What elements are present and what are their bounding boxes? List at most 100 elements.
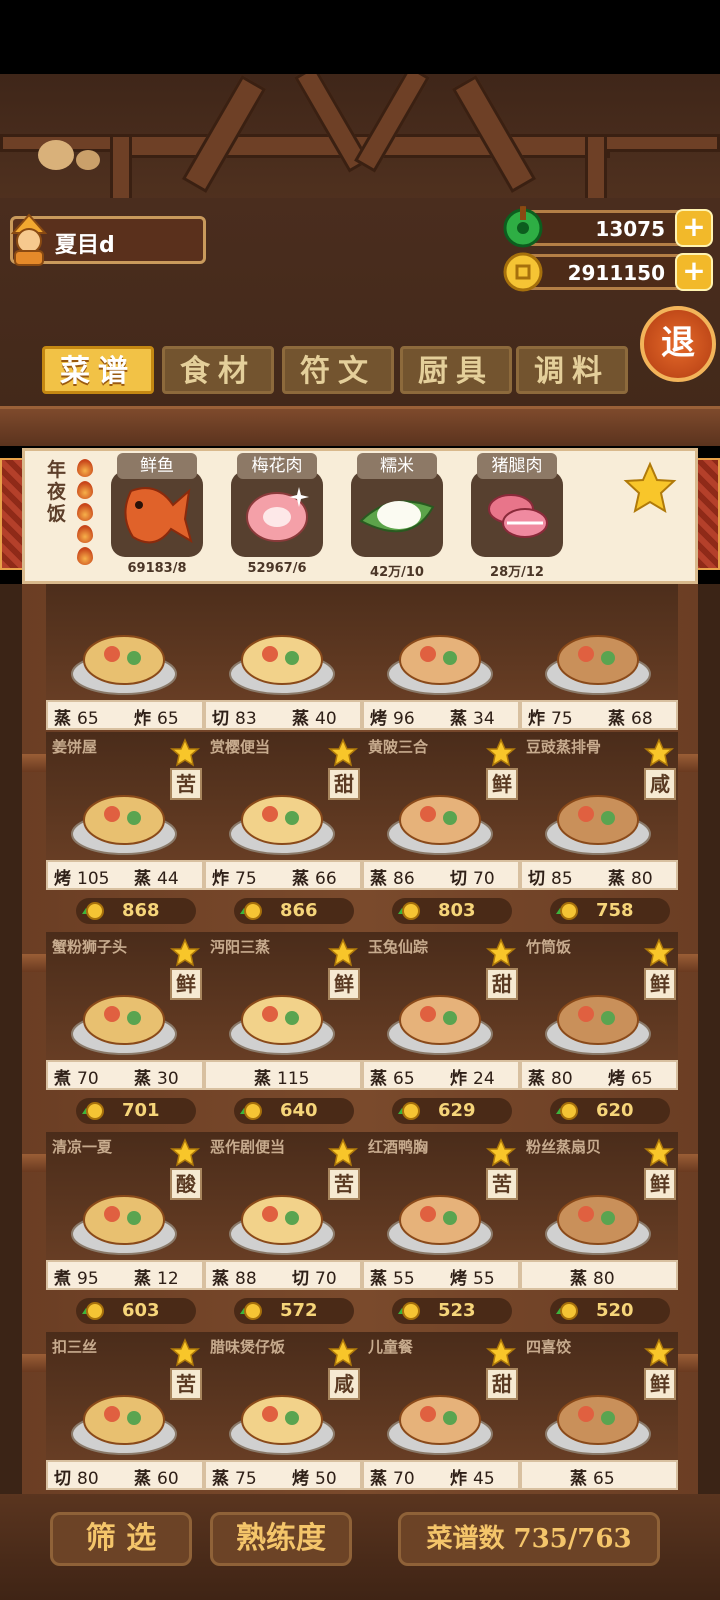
flavor-badge: 甜 [486,968,518,1000]
ingredient-count: 42万/10 [370,565,424,580]
ingredient-name: 鲜鱼 [117,453,197,479]
recipe-card[interactable]: 腊味煲仔饭咸蒸 75 烤 50 [204,1332,362,1494]
skill: 蒸 115 [254,1064,309,1089]
recipe-card[interactable]: 恶作剧便当苦蒸 88 切 70 572 [204,1132,362,1324]
dish-icon [71,635,177,695]
star-icon [486,1138,516,1167]
skill-level: 80 [631,869,653,889]
skill-name: 烤 [608,1069,625,1089]
flame-icon [77,503,93,521]
recipe-count-button[interactable]: 菜谱数 735/763 [398,1512,660,1566]
coin-up-icon [82,1102,104,1120]
skill-level: 80 [593,1269,615,1289]
recipe-card[interactable]: 红酒鸭胸苦蒸 55 烤 55 523 [362,1132,520,1324]
skill-level: 55 [473,1269,495,1289]
recipe-card[interactable]: 豆豉蒸排骨咸切 85 蒸 80 758 [520,732,678,924]
recipe-card[interactable]: 儿童餐甜蒸 70 炸 45 [362,1332,520,1494]
skill-level: 12 [157,1269,179,1289]
ingredient-count: 69183/8 [127,561,187,576]
skill: 蒸 80 [570,1264,615,1289]
skill-name: 蒸 [292,869,309,889]
tab-utensils[interactable]: 厨具 [400,346,512,394]
star-icon [486,938,516,967]
recipe-card[interactable]: 竹筒饭鲜蒸 80 烤 65 620 [520,932,678,1124]
tab-seasonings[interactable]: 调料 [516,346,628,394]
ingredient-ham[interactable]: 猪腿肉 28万/12 [467,451,567,581]
player-name: 夏目d [55,233,115,258]
price-value: 866 [280,900,318,921]
player-name-box[interactable]: 夏目d [10,213,206,266]
shelf-divider [0,406,720,446]
star-icon [170,738,200,767]
recipe-name: 四喜饺 [526,1338,572,1356]
price-value: 572 [280,1300,318,1321]
recipe-card[interactable]: 四喜饺鲜蒸 65 [520,1332,678,1494]
skill: 蒸 55 [370,1264,415,1289]
star-icon[interactable] [623,461,677,515]
ingredient-rice[interactable]: 糯米 42万/10 [347,451,447,581]
skill: 蒸 12 [134,1264,179,1289]
skill-name: 炸 [450,1069,467,1089]
price-tag: 620 [550,1098,670,1124]
dish-icon [387,635,493,695]
skill: 炸 65 [134,704,179,729]
recipe-card[interactable]: 扣三丝苦切 80 蒸 60 [46,1332,204,1494]
skill: 蒸 65 [54,704,99,729]
ingredient-fish[interactable]: 鲜鱼 69183/8 [107,451,207,581]
skill-name: 蒸 [370,1469,387,1489]
add-jade-button[interactable]: + [675,209,713,247]
flavor-badge: 酸 [170,1168,202,1200]
star-icon [644,1138,674,1167]
skill-bar: 蒸 65 炸 65 [46,700,204,730]
filter-button[interactable]: 筛 选 [50,1512,192,1566]
dish-icon [229,1195,335,1255]
recipe-grid: 蒸65炸651005切83蒸40932烤96蒸34889炸75蒸68868姜饼屋… [0,584,720,1494]
ingredient-pork[interactable]: 梅花肉 52967/6 [227,451,327,581]
skill-bar: 煮 70 蒸 30 [46,1060,204,1090]
tab-recipes[interactable]: 菜谱 [42,346,154,394]
recipe-card[interactable]: 清凉一夏酸煮 95 蒸 12 603 [46,1132,204,1324]
status-bar [0,0,720,74]
price-tag: 603 [76,1298,196,1324]
coin-up-icon [556,1302,578,1320]
ingredient-count: 28万/12 [490,565,544,580]
exit-button[interactable]: 退 [640,306,716,382]
recipe-card[interactable]: 玉兔仙踪甜蒸 65 炸 24 629 [362,932,520,1124]
skill: 烤 105 [54,864,109,889]
skill-name: 切 [528,869,545,889]
recipe-card[interactable]: 赏樱便当甜炸 75 蒸 66 866 [204,732,362,924]
skill-bar: 切 83 蒸 40 [204,700,362,730]
skill-name: 切 [212,709,229,729]
coin-up-icon [240,902,262,920]
skill-name: 蒸 [134,869,151,889]
dish-icon [545,1195,651,1255]
star-icon [328,1338,358,1367]
recipe-card[interactable]: 沔阳三蒸鲜蒸 115 640 [204,932,362,1124]
tab-ingredients[interactable]: 食材 [162,346,274,394]
skill-name: 蒸 [528,1069,545,1089]
skill-name: 炸 [212,869,229,889]
recipe-card[interactable]: 蟹粉狮子头鲜煮 70 蒸 30 701 [46,932,204,1124]
skill-bar: 蒸 65 [520,1460,678,1490]
skill-name: 烤 [450,1269,467,1289]
skill-name: 蒸 [54,709,71,729]
flavor-badge: 鲜 [644,968,676,1000]
flame-icon [77,547,93,565]
rice-icon [359,500,435,533]
skill-level: 65 [77,709,99,729]
skill-name: 煮 [54,1069,71,1089]
skill: 蒸 80 [528,1064,573,1089]
flavor-badge: 鲜 [328,968,360,1000]
add-coin-button[interactable]: + [675,253,713,291]
recipe-card[interactable]: 黄陂三合鲜蒸 86 切 70 803 [362,732,520,924]
skill: 蒸 40 [292,704,337,729]
skill-name: 煮 [54,1269,71,1289]
proficiency-button[interactable]: 熟练度 [210,1512,352,1566]
dish-icon [229,795,335,855]
recipe-card[interactable]: 粉丝蒸扇贝鲜蒸 80 520 [520,1132,678,1324]
bird-icon [38,140,74,170]
skill-name: 蒸 [450,709,467,729]
tab-runes[interactable]: 符文 [282,346,394,394]
pork-icon [246,487,309,542]
recipe-card[interactable]: 姜饼屋苦烤 105 蒸 44 868 [46,732,204,924]
